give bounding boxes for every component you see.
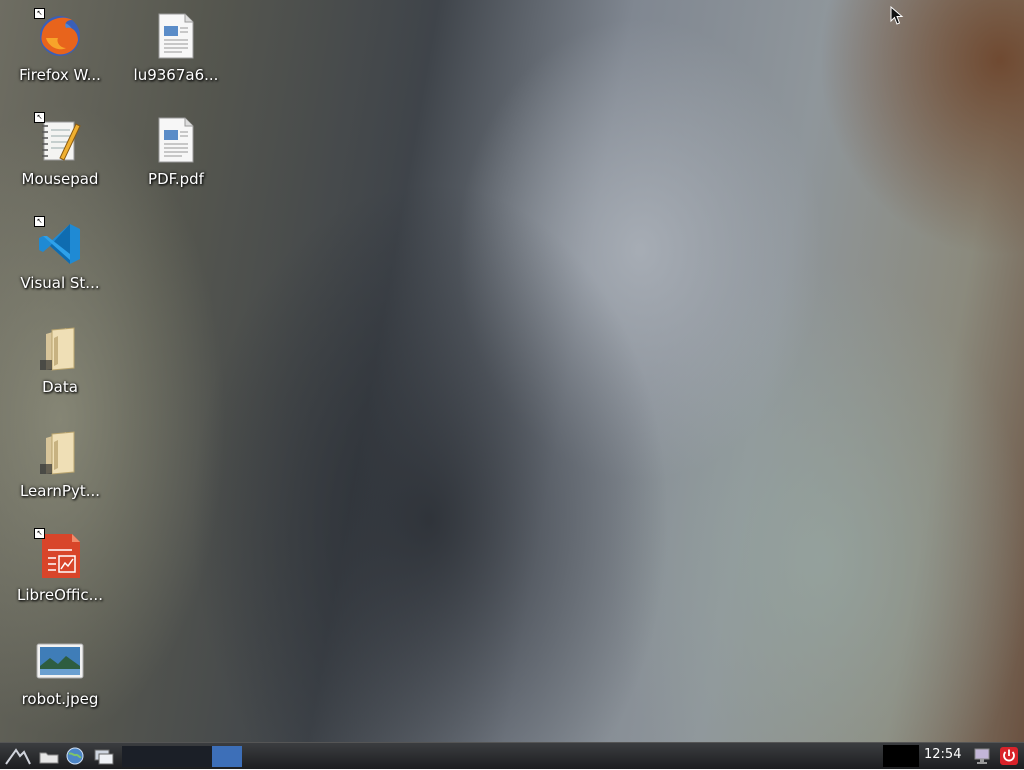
desktop-icon-label: LibreOffic...	[17, 586, 103, 604]
power-icon	[1000, 747, 1018, 765]
workspace-2[interactable]	[152, 746, 182, 767]
desktop-icon-mousepad[interactable]: ↖ Mousepad	[2, 108, 118, 208]
desktop: ↖ Firefox W... ↖ Mousepad ↖ Visual St...…	[0, 0, 1024, 742]
desktop-icon-label: Mousepad	[21, 170, 99, 188]
image-file-icon	[152, 12, 200, 60]
network-button[interactable]	[972, 746, 992, 766]
desktop-icon-label: lu9367a6...	[133, 66, 219, 84]
desktop-icon-label: robot.jpeg	[21, 690, 99, 708]
windows-icon	[94, 749, 114, 765]
vscode-icon: ↖	[34, 216, 84, 268]
shortcut-arrow-icon: ↖	[34, 8, 45, 19]
app-menu-icon	[5, 748, 31, 765]
desktop-icon-learnpython[interactable]: LearnPyt...	[2, 420, 118, 520]
workspace-4-active[interactable]	[212, 746, 242, 767]
desktop-icon-label: LearnPyt...	[19, 482, 101, 500]
folder-icon	[36, 324, 84, 372]
folder-icon	[36, 428, 84, 476]
taskbar: 12:54	[0, 742, 1024, 769]
desktop-icon-lu9367a6[interactable]: lu9367a6...	[118, 4, 234, 104]
desktop-icon-label: Visual St...	[20, 274, 100, 292]
desktop-icon-label: PDF.pdf	[148, 170, 204, 188]
mouse-cursor-icon	[890, 5, 904, 30]
desktop-icon-robot-jpeg[interactable]: robot.jpeg	[2, 628, 118, 728]
folder-icon	[39, 752, 59, 764]
desktop-icon-vscode[interactable]: ↖ Visual St...	[2, 212, 118, 312]
desktop-icon-firefox[interactable]: ↖ Firefox W...	[2, 4, 118, 104]
notepad-icon: ↖	[34, 112, 84, 164]
power-button[interactable]	[998, 746, 1020, 766]
show-desktop-button[interactable]	[92, 746, 116, 766]
web-browser-button[interactable]	[64, 746, 86, 766]
start-menu-button[interactable]	[4, 746, 32, 766]
shortcut-arrow-icon: ↖	[34, 112, 45, 123]
shortcut-arrow-icon: ↖	[34, 216, 45, 227]
firefox-icon: ↖	[34, 8, 84, 60]
globe-icon	[66, 747, 84, 765]
libreoffice-impress-icon: ↖	[34, 528, 84, 580]
shortcut-arrow-icon: ↖	[34, 528, 45, 539]
image-icon	[36, 636, 84, 684]
desktop-icon-label: Data	[42, 378, 78, 396]
file-manager-button[interactable]	[38, 746, 60, 766]
desktop-icon-libreoffice[interactable]: ↖ LibreOffic...	[2, 524, 118, 624]
workspace-1[interactable]	[122, 746, 152, 767]
pdf-file-icon	[152, 116, 200, 164]
desktop-icon-data[interactable]: Data	[2, 316, 118, 416]
workspace-3[interactable]	[182, 746, 212, 767]
desktop-icon-pdf[interactable]: PDF.pdf	[118, 108, 234, 208]
system-tray-area[interactable]	[883, 745, 919, 767]
network-monitor-icon	[974, 748, 990, 764]
desktop-icon-label: Firefox W...	[19, 66, 101, 84]
clock[interactable]: 12:54	[924, 747, 961, 762]
